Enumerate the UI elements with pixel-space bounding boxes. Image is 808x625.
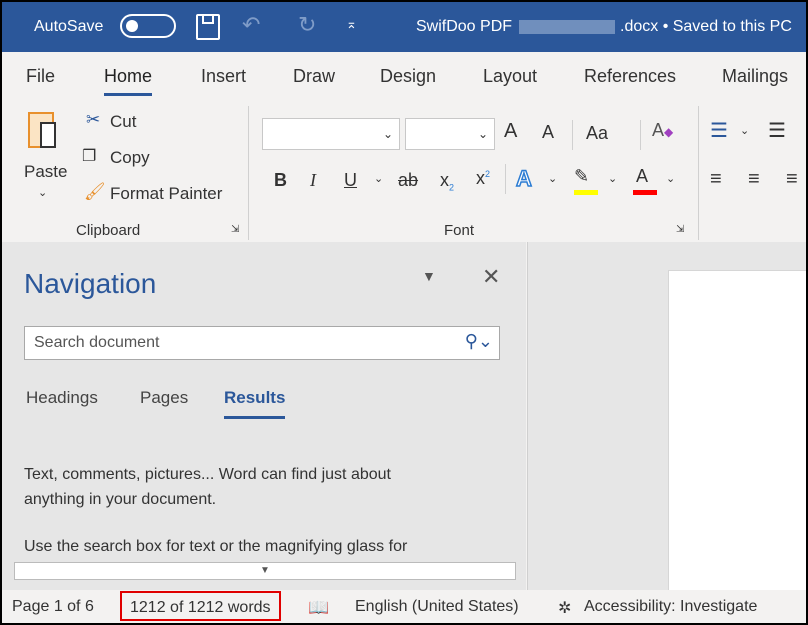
- tab-draw[interactable]: Draw: [293, 66, 335, 87]
- format-painter-button[interactable]: Format Painter: [110, 184, 222, 204]
- strikethrough-button[interactable]: ab: [398, 170, 418, 191]
- tab-results[interactable]: Results: [224, 388, 286, 419]
- font-group-label: Font: [444, 222, 475, 239]
- clipboard-launcher-icon[interactable]: ⇲: [231, 224, 239, 235]
- pane-options-icon[interactable]: ▼: [422, 268, 436, 284]
- search-placeholder: Search document: [34, 334, 160, 351]
- align-right-icon[interactable]: ≡: [786, 168, 798, 191]
- copy-button[interactable]: Copy: [110, 148, 150, 168]
- tab-references[interactable]: References: [584, 66, 676, 87]
- autosave-label: AutoSave: [34, 18, 104, 35]
- accessibility-status[interactable]: Accessibility: Investigate: [584, 598, 757, 616]
- tab-pages[interactable]: Pages: [140, 388, 188, 408]
- font-launcher-icon[interactable]: ⇲: [676, 224, 684, 235]
- bold-button[interactable]: B: [274, 170, 287, 191]
- undo-icon[interactable]: ↶: [242, 12, 260, 38]
- shrink-font-button[interactable]: A: [542, 122, 554, 143]
- title-bar: AutoSave ↶ ↻ ⌅ SwifDoo PDF .docx • Saved…: [2, 2, 806, 52]
- font-color-dropdown-icon[interactable]: ⌄: [666, 172, 675, 185]
- search-document-input[interactable]: Search document ⚲⌄: [24, 326, 500, 360]
- scissors-icon: ✂: [86, 110, 101, 129]
- document-page[interactable]: [668, 270, 806, 600]
- word-count[interactable]: 1212 of 1212 words: [120, 591, 281, 621]
- tab-mailings[interactable]: Mailings: [722, 66, 788, 87]
- navigation-pane: Navigation ▼ ✕ Search document ⚲⌄ Headin…: [2, 242, 526, 590]
- underline-dropdown-icon[interactable]: ⌄: [374, 172, 383, 185]
- divider: [640, 120, 641, 150]
- align-center-icon[interactable]: ≡: [748, 168, 760, 191]
- page-count[interactable]: Page 1 of 6: [12, 598, 94, 616]
- blurred-filename: [519, 20, 615, 34]
- align-left-icon[interactable]: ≡: [710, 168, 722, 191]
- tab-file[interactable]: File: [26, 66, 55, 87]
- accessibility-icon: ✲: [558, 600, 572, 617]
- navigation-title: Navigation: [24, 268, 157, 299]
- bullets-dropdown-icon[interactable]: ⌄: [740, 124, 749, 137]
- tab-design[interactable]: Design: [380, 66, 436, 87]
- superscript-button[interactable]: x2: [476, 168, 490, 189]
- search-icon[interactable]: ⚲⌄: [465, 331, 493, 352]
- language[interactable]: English (United States): [355, 598, 519, 616]
- doc-title-suffix: .docx • Saved to this PC: [620, 18, 792, 35]
- paste-button[interactable]: Paste: [24, 162, 67, 182]
- copy-icon: ❐: [82, 148, 97, 165]
- text-effects-button[interactable]: A: [515, 165, 532, 192]
- doc-title-prefix: SwifDoo PDF: [416, 18, 513, 35]
- change-case-button[interactable]: Aa: [586, 123, 608, 144]
- clear-formatting-icon[interactable]: A◆: [652, 120, 673, 141]
- proofing-icon[interactable]: 📖: [308, 598, 329, 618]
- document-area: [527, 242, 806, 600]
- tab-insert[interactable]: Insert: [201, 66, 246, 87]
- close-icon[interactable]: ✕: [482, 264, 500, 290]
- ribbon-home: Paste ⌄ ✂ Cut ❐ Copy 🖌 Format Painter Cl…: [2, 102, 806, 242]
- redo-icon[interactable]: ↻: [298, 12, 316, 38]
- help-text-1: Text, comments, pictures... Word can fin…: [24, 466, 391, 508]
- highlight-dropdown-icon[interactable]: ⌄: [608, 172, 617, 185]
- cut-button[interactable]: Cut: [110, 112, 136, 132]
- tab-home[interactable]: Home: [104, 66, 153, 96]
- help-text-2: Use the search box for text or the magni…: [24, 538, 408, 555]
- font-name-combo[interactable]: ⌄: [262, 118, 400, 150]
- customize-qat-icon[interactable]: ⌅: [346, 16, 357, 32]
- font-size-combo[interactable]: ⌄: [405, 118, 495, 150]
- format-painter-icon: 🖌: [84, 182, 106, 201]
- scroll-down-button[interactable]: ▼: [14, 562, 516, 580]
- paste-icon[interactable]: [28, 112, 56, 148]
- group-divider: [248, 106, 249, 240]
- font-color-button[interactable]: A: [633, 166, 657, 195]
- divider: [572, 120, 573, 150]
- status-bar: Page 1 of 6 1212 of 1212 words 📖 English…: [2, 590, 806, 623]
- underline-button[interactable]: U: [344, 170, 357, 191]
- subscript-button[interactable]: x2: [440, 170, 454, 193]
- tab-layout[interactable]: Layout: [483, 66, 537, 87]
- ribbon-tabs: File Home Insert Draw Design Layout Refe…: [2, 52, 806, 102]
- bullets-icon[interactable]: ☰: [710, 118, 728, 143]
- group-divider: [698, 106, 699, 240]
- clipboard-group-label: Clipboard: [76, 222, 141, 239]
- save-icon[interactable]: [196, 14, 220, 40]
- divider: [505, 164, 506, 194]
- highlight-icon[interactable]: ✎: [574, 166, 598, 195]
- autosave-toggle[interactable]: [120, 14, 176, 38]
- paste-dropdown-icon[interactable]: ⌄: [38, 186, 47, 199]
- italic-button[interactable]: I: [310, 170, 316, 191]
- numbering-icon[interactable]: ☰: [768, 118, 786, 143]
- tab-headings[interactable]: Headings: [26, 388, 98, 408]
- text-effects-dropdown-icon[interactable]: ⌄: [548, 172, 557, 185]
- word-window: AutoSave ↶ ↻ ⌅ SwifDoo PDF .docx • Saved…: [2, 2, 806, 623]
- grow-font-button[interactable]: A: [504, 120, 517, 143]
